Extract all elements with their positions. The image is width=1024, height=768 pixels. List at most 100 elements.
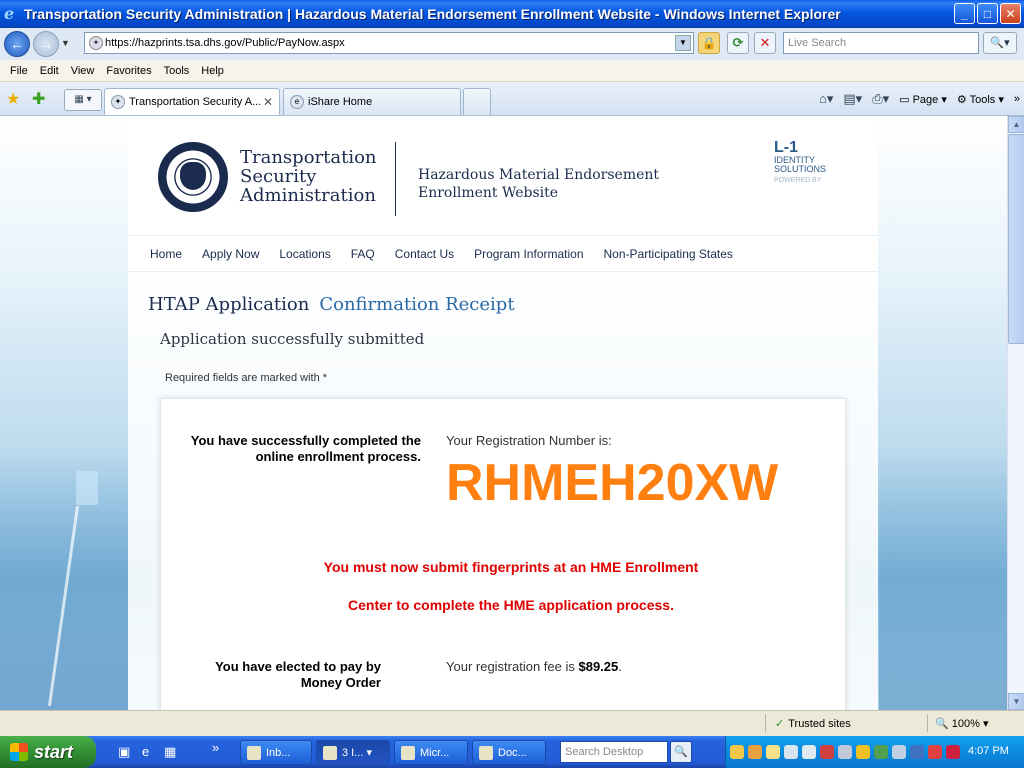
tray-volume-icon[interactable]	[892, 745, 906, 759]
new-tab-button[interactable]	[463, 88, 491, 115]
outlook-icon	[247, 745, 261, 760]
agency-name[interactable]: Transportation Security Administration	[240, 148, 377, 205]
tray-security-icon[interactable]	[874, 745, 888, 759]
background-landscape-right	[879, 450, 1007, 710]
site-navigation: Home Apply Now Locations FAQ Contact Us …	[128, 236, 878, 272]
show-desktop-icon[interactable]: ▣	[118, 744, 130, 760]
desktop-search-button[interactable]: 🔍	[670, 741, 692, 763]
scroll-down-button[interactable]: ▼	[1008, 693, 1024, 710]
tray-network-icon[interactable]	[784, 745, 798, 759]
app-icon	[401, 745, 415, 760]
internet-explorer-icon: e	[4, 4, 15, 23]
taskbar-microsoft[interactable]: Micr...	[394, 740, 468, 765]
tools-menu-button[interactable]: ⚙ Tools ▾	[957, 93, 1004, 106]
live-search-input[interactable]: Live Search	[783, 32, 979, 54]
stop-button[interactable]: ✕	[754, 32, 776, 54]
quicklaunch-excel-icon[interactable]: ▦	[164, 744, 176, 760]
tray-antivirus-icon[interactable]	[820, 745, 834, 759]
fingerprint-warning-line-1: You must now submit fingerprints at an H…	[323, 559, 699, 575]
tray-alert-icon[interactable]	[928, 745, 942, 759]
site-favicon-icon: ✦	[89, 36, 103, 50]
nav-contact-us[interactable]: Contact Us	[395, 247, 454, 261]
tray-update-icon[interactable]	[856, 745, 870, 759]
menu-view[interactable]: View	[65, 65, 101, 77]
scroll-up-button[interactable]: ▲	[1008, 116, 1024, 133]
menu-bar: File Edit View Favorites Tools Help	[0, 60, 1024, 82]
tray-shield-icon[interactable]	[946, 745, 960, 759]
tray-search-icon[interactable]	[802, 745, 816, 759]
minimize-button[interactable]: _	[954, 3, 975, 24]
word-icon	[479, 745, 493, 760]
tray-bluetooth-icon[interactable]	[910, 745, 924, 759]
rss-feeds-icon[interactable]: ▤▾	[843, 91, 862, 107]
page-menu-button[interactable]: ▭ Page ▾	[899, 93, 947, 106]
nav-non-participating-states[interactable]: Non-Participating States	[604, 247, 733, 261]
taskbar-inbox[interactable]: Inb...	[240, 740, 312, 765]
address-bar[interactable]: ✦ https://hazprints.tsa.dhs.gov/Public/P…	[84, 32, 694, 54]
scroll-thumb[interactable]	[1008, 134, 1024, 344]
menu-favorites[interactable]: Favorites	[100, 65, 157, 77]
status-bar: ✓ Trusted sites 🔍 100% ▾	[0, 710, 1024, 736]
back-button[interactable]: ←	[4, 31, 30, 57]
security-lock-button[interactable]: 🔒	[698, 32, 720, 54]
taskbar-ie-group[interactable]: 3 I... ▾	[316, 740, 390, 765]
menu-help[interactable]: Help	[195, 65, 230, 77]
menu-tools[interactable]: Tools	[158, 65, 196, 77]
page-title: HTAP Application Confirmation Receipt	[148, 294, 515, 315]
tab-tsa[interactable]: ✦ Transportation Security A... ✕	[104, 88, 280, 115]
page-icon: ▭	[899, 93, 910, 106]
truck-image	[76, 471, 98, 505]
refresh-button[interactable]: ⟳	[727, 32, 749, 54]
window-title-bar[interactable]: e Transportation Security Administration…	[0, 0, 1024, 28]
start-button[interactable]: start	[0, 736, 96, 768]
menu-edit[interactable]: Edit	[34, 65, 65, 77]
tab-ie-icon: e	[290, 95, 304, 109]
forward-button[interactable]: →	[33, 31, 59, 57]
registration-number-label: Your Registration Number is:	[446, 433, 612, 448]
nav-locations[interactable]: Locations	[279, 247, 330, 261]
quick-tabs-button[interactable]: ▦ ▾	[64, 89, 102, 111]
security-zone[interactable]: ✓ Trusted sites	[775, 717, 851, 730]
stop-icon: ✕	[759, 35, 771, 50]
page-viewport[interactable]: Transportation Security Administration H…	[0, 116, 1007, 710]
l1-identity-logo[interactable]: L-1 IDENTITY SOLUTIONS POWERED BY	[774, 140, 838, 185]
menu-file[interactable]: File	[4, 65, 34, 77]
quicklaunch-overflow-icon[interactable]: »	[212, 740, 219, 755]
windows-logo-icon	[10, 743, 28, 761]
success-message: Application successfully submitted	[160, 330, 425, 348]
address-dropdown-button[interactable]: ▼	[675, 35, 691, 51]
recent-pages-dropdown[interactable]: ▼	[61, 38, 70, 48]
search-button[interactable]: 🔍▾	[983, 32, 1017, 54]
zoom-magnifier-icon: 🔍	[935, 718, 949, 730]
nav-apply-now[interactable]: Apply Now	[202, 247, 259, 261]
tray-folder-icon[interactable]	[766, 745, 780, 759]
quicklaunch-ie-icon[interactable]: e	[142, 744, 149, 759]
nav-program-information[interactable]: Program Information	[474, 247, 583, 261]
gear-icon: ⚙	[956, 93, 967, 106]
favorites-center-star-icon[interactable]: ★	[6, 89, 20, 109]
taskbar-document[interactable]: Doc...	[472, 740, 546, 765]
lock-icon: 🔒	[701, 36, 717, 50]
overflow-chevron-icon[interactable]: »	[1014, 93, 1020, 105]
tray-settings-icon[interactable]	[838, 745, 852, 759]
page-title-sub: Confirmation Receipt	[319, 294, 515, 315]
site-name: Hazardous Material Endorsement Enrollmen…	[418, 167, 660, 201]
system-clock[interactable]: 4:07 PM	[968, 745, 1009, 757]
print-icon[interactable]: ⎙▾	[872, 91, 889, 107]
maximize-button[interactable]: □	[977, 3, 998, 24]
tab-label: iShare Home	[308, 96, 373, 108]
home-icon[interactable]: ⌂▾	[819, 91, 833, 107]
vertical-scrollbar[interactable]: ▲ ▼	[1007, 116, 1024, 710]
nav-faq[interactable]: FAQ	[351, 247, 375, 261]
close-window-button[interactable]: ✕	[1000, 3, 1021, 24]
add-favorite-icon[interactable]: ✚	[32, 89, 45, 109]
zoom-level[interactable]: 🔍 100% ▾	[935, 717, 988, 730]
desktop-search-input[interactable]: Search Desktop	[560, 741, 668, 763]
arrow-left-icon: ←	[10, 36, 24, 52]
tray-mail-icon[interactable]	[730, 745, 744, 759]
tab-close-icon[interactable]: ✕	[263, 95, 273, 109]
status-separator	[765, 714, 766, 732]
nav-home[interactable]: Home	[150, 247, 182, 261]
tray-app-icon[interactable]	[748, 745, 762, 759]
tab-ishare-home[interactable]: e iShare Home	[283, 88, 461, 115]
